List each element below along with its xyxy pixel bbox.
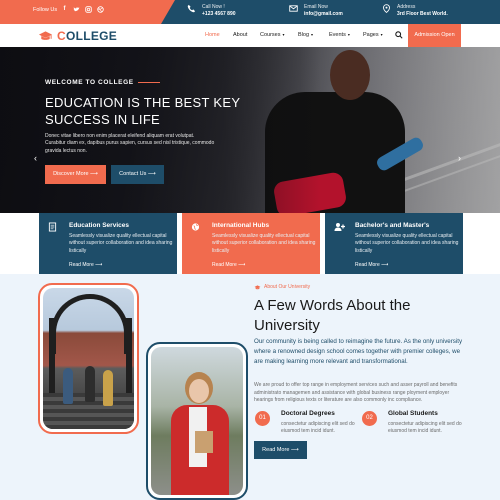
phone-icon — [187, 4, 196, 13]
card-desc: Seamlessly visualize quality ellectual c… — [212, 233, 316, 254]
read-more-link[interactable]: Read More ⟶ — [69, 262, 102, 268]
users-icon — [334, 223, 345, 231]
email-info[interactable]: Email Now info@gmail.com — [289, 4, 343, 18]
call-label: Call Now ! — [202, 4, 225, 10]
card-title: International Hubs — [212, 222, 270, 229]
arrow-right-icon: ⟶ — [238, 262, 246, 268]
hero-description: Donec vitae libero non enim placerat ele… — [45, 133, 215, 154]
arrow-right-icon: ⟶ — [95, 262, 103, 268]
card-desc: Seamlessly visualize quality ellectual c… — [355, 233, 459, 254]
chevron-down-icon: ▾ — [380, 32, 383, 37]
feature-desc: consectetur adipiscing elit sed do eiusm… — [281, 421, 355, 435]
hero-welcome: WELCOME TO COLLEGE — [45, 79, 134, 86]
address-label: Address — [397, 4, 416, 10]
nav-about[interactable]: About — [233, 32, 247, 38]
call-value: +123 4567 890 — [202, 11, 236, 17]
graduation-cap-icon — [38, 31, 53, 40]
facebook-icon[interactable]: f — [61, 6, 68, 13]
about-lead: Our community is being called to reimagi… — [254, 338, 463, 365]
book-icon — [48, 222, 57, 232]
logo[interactable]: COLLEGE — [38, 29, 117, 43]
feature-title: Global Students — [388, 410, 438, 417]
about-description: We are proud to offer top range in emplo… — [254, 382, 458, 403]
logo-text: COLLEGE — [57, 29, 118, 43]
nav-pages[interactable]: Pages ▾ — [363, 32, 383, 38]
card-education-services[interactable]: Education Services Seamlessly visualize … — [39, 213, 177, 274]
discover-more-button[interactable]: Discover More ⟶ — [45, 165, 106, 184]
hero-title: EDUCATION IS THE BEST KEY SUCCESS IN LIF… — [45, 95, 241, 127]
admission-open-button[interactable]: Admission Open — [408, 24, 461, 47]
feature-desc: consectetur adipiscing elit sed do eiusm… — [388, 421, 462, 435]
follow-label: Follow Us — [33, 7, 58, 13]
arrow-right-icon: ⟶ — [290, 447, 299, 453]
social-links: f — [61, 6, 104, 13]
about-read-more-button[interactable]: Read More ⟶ — [254, 441, 307, 459]
instagram-icon[interactable] — [85, 6, 92, 13]
address-value: 3rd Floor Best World. — [397, 11, 448, 17]
slider-next-icon[interactable]: › — [458, 153, 461, 163]
chevron-down-icon: ▾ — [347, 32, 350, 37]
read-more-link[interactable]: Read More ⟶ — [212, 262, 245, 268]
call-info[interactable]: Call Now ! +123 4567 890 — [187, 4, 236, 18]
dribbble-icon[interactable] — [97, 6, 104, 13]
nav-events[interactable]: Events ▾ — [329, 32, 350, 38]
card-title: Education Services — [69, 222, 129, 229]
about-subtitle: About Our University — [264, 284, 311, 290]
twitter-icon[interactable] — [73, 6, 80, 13]
email-label: Email Now — [304, 4, 328, 10]
welcome-divider — [138, 82, 160, 83]
search-icon[interactable] — [395, 31, 403, 39]
chevron-down-icon: ▾ — [282, 32, 285, 37]
arrow-right-icon: ⟶ — [381, 262, 389, 268]
email-value: info@gmail.com — [304, 11, 343, 17]
card-desc: Seamlessly visualize quality ellectual c… — [69, 233, 173, 254]
globe-icon — [191, 223, 200, 231]
feature-number: 02 — [362, 411, 377, 426]
card-international-hubs[interactable]: International Hubs Seamlessly visualize … — [182, 213, 320, 274]
read-more-link[interactable]: Read More ⟶ — [355, 262, 388, 268]
contact-us-button[interactable]: Contact Us ⟶ — [111, 165, 164, 184]
nav-blog[interactable]: Blog ▾ — [298, 32, 313, 38]
feature-number: 01 — [255, 411, 270, 426]
arrow-right-icon: ⟶ — [147, 171, 156, 177]
chevron-down-icon: ▾ — [311, 32, 314, 37]
slider-prev-icon[interactable]: ‹ — [34, 153, 37, 163]
hero-slider: WELCOME TO COLLEGE EDUCATION IS THE BEST… — [0, 47, 500, 213]
feature-title: Doctoral Degrees — [281, 410, 335, 417]
envelope-icon — [289, 4, 298, 13]
nav-courses[interactable]: Courses ▾ — [260, 32, 285, 38]
address-info: Address 3rd Floor Best World. — [382, 4, 448, 18]
location-pin-icon — [382, 4, 391, 14]
top-bar: Follow Us f Call Now ! +123 4567 890 Ema… — [0, 0, 500, 24]
campus-gate-image — [38, 283, 139, 434]
arrow-right-icon: ⟶ — [90, 171, 98, 177]
about-title: A Few Words About the University — [254, 297, 411, 334]
card-title: Bachelor's and Master's — [355, 222, 430, 229]
card-bachelors-masters[interactable]: Bachelor's and Master's Seamlessly visua… — [325, 213, 463, 274]
nav-home[interactable]: Home — [205, 32, 220, 38]
graduation-cap-icon — [254, 285, 261, 290]
student-image — [146, 342, 248, 500]
